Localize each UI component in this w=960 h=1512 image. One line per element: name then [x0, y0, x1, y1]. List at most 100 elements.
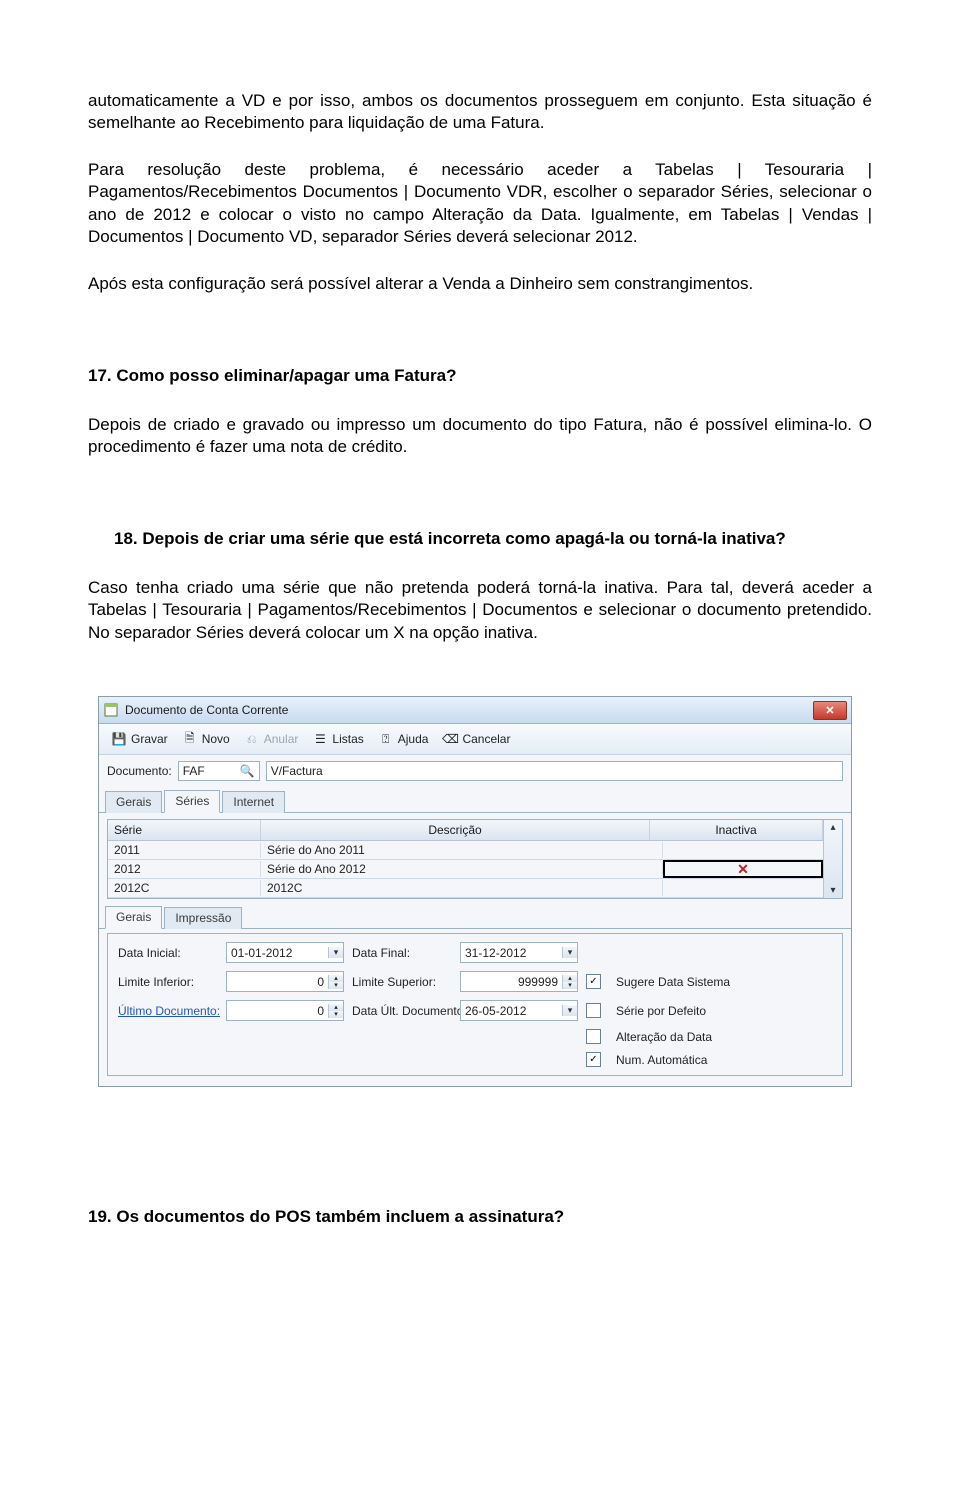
listas-button[interactable]: ☰ Listas	[306, 729, 369, 749]
dropdown-icon[interactable]: ▾	[328, 947, 343, 958]
search-icon[interactable]: 🔍	[240, 764, 255, 778]
col-serie[interactable]: Série	[108, 820, 261, 840]
serie-defeito-label: Série por Defeito	[616, 1004, 786, 1018]
cell-serie: 2011	[108, 842, 261, 858]
limite-inferior-value: 0	[227, 975, 328, 989]
help-icon: ⍰	[378, 731, 394, 747]
scroll-up-icon[interactable]: ▴	[830, 822, 835, 833]
grid-scrollbar[interactable]: ▴ ▾	[823, 820, 842, 898]
spin-down-icon[interactable]: ▾	[329, 1011, 343, 1018]
col-descricao[interactable]: Descrição	[261, 820, 650, 840]
data-final-input[interactable]: 31-12-2012▾	[460, 942, 578, 963]
ultimo-documento-label[interactable]: Último Documento:	[118, 1004, 218, 1018]
col-inactiva[interactable]: Inactiva	[650, 820, 823, 840]
save-icon: 💾	[111, 731, 127, 747]
documento-code-input[interactable]: FAF 🔍	[178, 761, 260, 781]
cell-serie: 2012	[108, 861, 261, 877]
data-ult-doc-input[interactable]: 26-05-2012▾	[460, 1000, 578, 1021]
listas-label: Listas	[332, 732, 363, 746]
novo-button[interactable]: 🗎 Novo	[176, 729, 236, 749]
fields-panel: Data Inicial: 01-01-2012▾ Data Final: 31…	[107, 933, 843, 1076]
cell-desc: Série do Ano 2012	[261, 861, 663, 877]
documento-desc-value: V/Factura	[271, 764, 323, 778]
ajuda-button[interactable]: ⍰ Ajuda	[372, 729, 435, 749]
tab-internet[interactable]: Internet	[222, 791, 285, 813]
documento-label: Documento:	[107, 764, 172, 778]
list-icon: ☰	[312, 731, 328, 747]
gravar-button[interactable]: 💾 Gravar	[105, 729, 174, 749]
limite-inferior-label: Limite Inferior:	[118, 975, 218, 989]
question-17-number: 17.	[88, 366, 112, 385]
spin-up-icon[interactable]: ▴	[563, 975, 577, 982]
data-final-value: 31-12-2012	[461, 946, 562, 960]
serie-defeito-checkbox[interactable]	[586, 1003, 601, 1018]
dropdown-icon[interactable]: ▾	[562, 1005, 577, 1016]
window-title: Documento de Conta Corrente	[125, 703, 813, 717]
anular-button: ⎌ Anular	[238, 729, 305, 749]
cell-desc: 2012C	[261, 880, 663, 896]
question-18-text: Depois de criar uma série que está incor…	[142, 529, 785, 548]
cell-inactiva[interactable]	[663, 841, 823, 859]
question-18-heading: 18. Depois de criar uma série que está i…	[88, 528, 872, 550]
cancel-icon: ⌫	[442, 731, 458, 747]
close-button[interactable]: ✕	[813, 701, 847, 720]
question-18-number: 18.	[114, 529, 138, 548]
tab-gerais-upper[interactable]: Gerais	[105, 791, 162, 813]
answer-17: Depois de criado e gravado ou impresso u…	[88, 414, 872, 459]
question-17-heading: 17. Como posso eliminar/apagar uma Fatur…	[88, 365, 872, 387]
spin-down-icon[interactable]: ▾	[563, 982, 577, 989]
question-19-text: Os documentos do POS também incluem a as…	[116, 1207, 564, 1226]
upper-tabstrip: Gerais Séries Internet	[99, 787, 851, 813]
tab-impressao[interactable]: Impressão	[164, 907, 242, 929]
series-grid: Série Descrição Inactiva 2011 Série do A…	[107, 819, 843, 899]
spin-down-icon[interactable]: ▾	[329, 982, 343, 989]
data-inicial-label: Data Inicial:	[118, 946, 218, 960]
ajuda-label: Ajuda	[398, 732, 429, 746]
alteracao-data-checkbox[interactable]	[586, 1029, 601, 1044]
limite-inferior-input[interactable]: 0▴▾	[226, 971, 344, 992]
question-19-heading: 19. Os documentos do POS também incluem …	[88, 1207, 872, 1227]
cancelar-label: Cancelar	[462, 732, 510, 746]
titlebar[interactable]: Documento de Conta Corrente ✕	[99, 697, 851, 724]
anular-icon: ⎌	[244, 731, 260, 747]
paragraph-1: automaticamente a VD e por isso, ambos o…	[88, 90, 872, 135]
num-automatica-label: Num. Automática	[616, 1053, 786, 1067]
tab-series[interactable]: Séries	[164, 790, 220, 813]
document-row: Documento: FAF 🔍 V/Factura	[99, 755, 851, 787]
novo-label: Novo	[202, 732, 230, 746]
cell-inactiva[interactable]	[663, 879, 823, 897]
spin-up-icon[interactable]: ▴	[329, 1004, 343, 1011]
data-ult-doc-label: Data Últ. Documento:	[352, 1004, 452, 1018]
spin-up-icon[interactable]: ▴	[329, 975, 343, 982]
data-final-label: Data Final:	[352, 946, 452, 960]
table-row[interactable]: 2011 Série do Ano 2011	[108, 841, 823, 860]
ultimo-documento-input[interactable]: 0▴▾	[226, 1000, 344, 1021]
dialog-window: Documento de Conta Corrente ✕ 💾 Gravar 🗎…	[98, 696, 852, 1087]
sugere-data-label: Sugere Data Sistema	[616, 975, 786, 989]
table-row[interactable]: 2012 Série do Ano 2012 ✕	[108, 860, 823, 879]
limite-superior-value: 999999	[461, 975, 562, 989]
limite-superior-input[interactable]: 999999▴▾	[460, 971, 578, 992]
close-icon: ✕	[825, 704, 834, 717]
table-row[interactable]: 2012C 2012C	[108, 879, 823, 898]
question-19-number: 19.	[88, 1207, 112, 1226]
limite-superior-label: Limite Superior:	[352, 975, 452, 989]
cancelar-button[interactable]: ⌫ Cancelar	[436, 729, 516, 749]
sugere-data-checkbox[interactable]	[586, 974, 601, 989]
gravar-label: Gravar	[131, 732, 168, 746]
ultimo-documento-value: 0	[227, 1004, 328, 1018]
tab-gerais-lower[interactable]: Gerais	[105, 906, 162, 929]
cell-desc: Série do Ano 2011	[261, 842, 663, 858]
data-inicial-value: 01-01-2012	[227, 946, 328, 960]
answer-18: Caso tenha criado uma série que não pret…	[88, 577, 872, 644]
dropdown-icon[interactable]: ▾	[562, 947, 577, 958]
documento-desc-input[interactable]: V/Factura	[266, 761, 843, 781]
num-automatica-checkbox[interactable]	[586, 1052, 601, 1067]
data-inicial-input[interactable]: 01-01-2012▾	[226, 942, 344, 963]
cell-inactiva[interactable]: ✕	[663, 860, 823, 878]
toolbar: 💾 Gravar 🗎 Novo ⎌ Anular ☰ Listas ⍰ Ajud…	[99, 724, 851, 755]
scroll-down-icon[interactable]: ▾	[830, 885, 835, 896]
paragraph-2: Para resolução deste problema, é necessá…	[88, 159, 872, 249]
grid-header: Série Descrição Inactiva	[108, 820, 823, 841]
question-17-text: Como posso eliminar/apagar uma Fatura?	[116, 366, 456, 385]
